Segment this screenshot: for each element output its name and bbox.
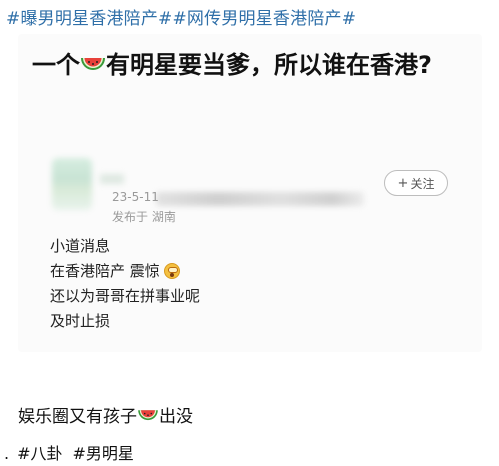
avatar[interactable] (52, 158, 92, 210)
post-caption: 娱乐圈又有孩子 出没 (18, 402, 193, 430)
watermelon-icon (80, 49, 106, 87)
post-line: 小道消息 (50, 237, 111, 255)
username-blurred (100, 174, 124, 184)
card-title-part2: 有明星要当爹，所以谁在香港? (106, 51, 432, 79)
post-line: 还以为哥哥在拼事业呢 (50, 287, 201, 305)
hashtag-header[interactable]: #曝男明星香港陪产##网传男明星香港陪产# (6, 4, 496, 29)
caption-tags: . #八卦 #男明星 (4, 440, 144, 464)
tag-male-star[interactable]: #男明星 (73, 444, 134, 463)
shocked-face-icon (163, 263, 180, 279)
card-title-part1: 一个 (32, 51, 80, 79)
post-line: 及时止损 (50, 312, 111, 330)
caption-text-part1: 娱乐圈又有孩子 (18, 407, 137, 427)
watermelon-icon (137, 407, 159, 430)
caption-text-part2: 出没 (159, 407, 193, 427)
card-title: 一个 有明星要当爹，所以谁在香港? (32, 46, 472, 87)
post-date: 23-5-11 (112, 190, 159, 204)
username-blurred-bar (156, 192, 364, 206)
post-line-text: 在香港陪产 震惊 (50, 262, 160, 280)
plus-icon: + (397, 175, 409, 191)
social-post: 23-5-11 发布于 湖南 + 关注 小道消息 在香港陪产 震惊 还以为哥哥在拼… (38, 150, 468, 350)
post-location: 发布于 湖南 (112, 210, 176, 224)
follow-button[interactable]: + 关注 (384, 170, 448, 196)
bullet-dot: . (4, 444, 10, 463)
follow-label: 关注 (410, 176, 435, 191)
tag-gossip[interactable]: #八卦 (17, 444, 62, 463)
post-body: 小道消息 在香港陪产 震惊 还以为哥哥在拼事业呢 及时止损 (50, 234, 200, 334)
post-line: 在香港陪产 震惊 (50, 259, 200, 284)
